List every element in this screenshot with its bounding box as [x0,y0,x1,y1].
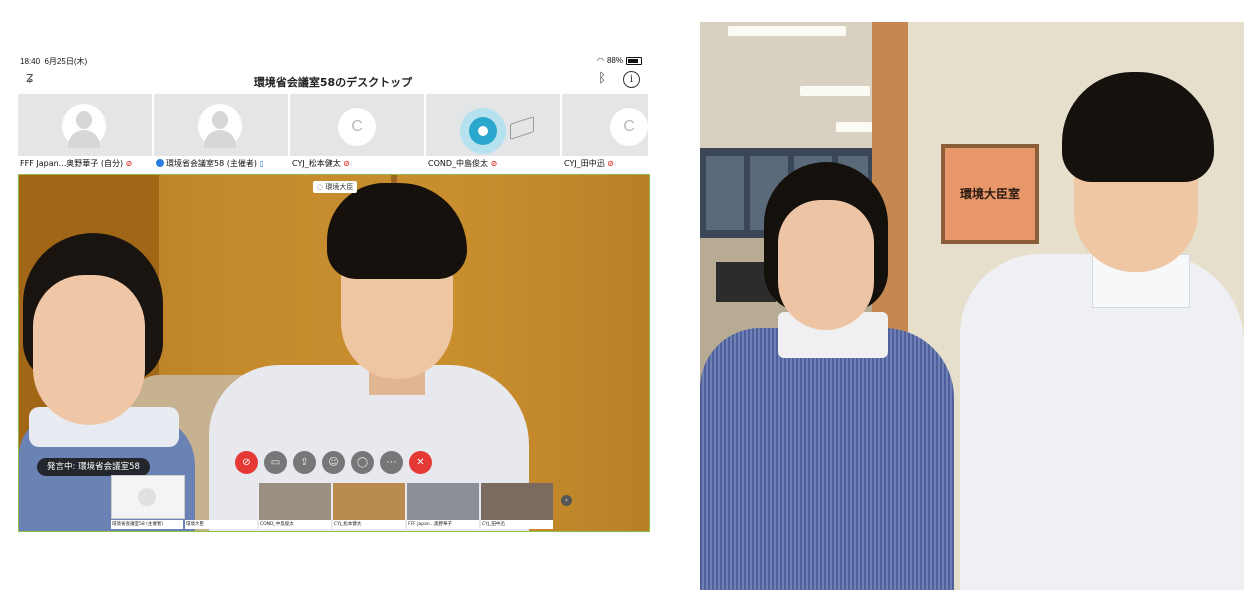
speaker-badge: 発言中: 環境省会議室58 [37,458,150,476]
participant-tile[interactable]: COND_中島俊太 ⊘ [426,94,562,172]
mic-toggle-button[interactable]: ⊘ [235,451,258,474]
avatar-placeholder-icon [198,104,242,148]
participant-tile[interactable]: FFF Japan...奥野華子 (自分) ⊘ [18,94,154,172]
participant-caption: 環境省会議室58 (主催者) ▯ [154,156,290,172]
video-conference-screen: 18:40 6月25日(木) ◠ 88% ʑ 環境省会議室58のデスクトップ ᛒ… [18,52,650,532]
video-toggle-button[interactable]: ▭ [264,451,287,474]
info-icon[interactable]: i [623,71,640,88]
ceiling-light [800,86,870,96]
participant-caption: CYJ_松本健太 ⊘ [290,156,426,172]
mic-on-icon: ▯ [259,159,264,168]
leave-button[interactable]: ✕ [409,451,432,474]
participant-name: CYJ_松本健太 [292,159,341,168]
avatar-letter: C [338,108,376,146]
participant-name: 環境省会議室58 (主催者) [166,159,257,168]
participant-tile[interactable]: 環境省会議室58 (主催者) ▯ [154,94,290,172]
window-title: 環境省会議室58のデスクトップ [253,76,413,89]
person-right-hair [327,183,467,279]
mic-muted-icon: ⊘ [343,159,350,168]
status-right: ◠ 88% [597,56,642,65]
person-left-face [33,275,145,425]
control-bar: ⊘ ▭ ⇪ ☺ ◯ ⋯ ✕ [235,451,432,474]
battery-icon [626,56,642,65]
avatar-letter: C [610,108,648,146]
mic-muted-icon: ⊘ [125,159,133,168]
video-filmstrip: 環境省会議室58 (主催者) 環境大臣 COND_中島俊太 CYJ_松本健太 F… [111,475,557,529]
film-tile-label: FFF Japan...奥野華子 [407,520,479,529]
girl-shirt [700,328,954,590]
participant-caption: COND_中島俊太 ⊘ [426,156,562,172]
bluetooth-icon[interactable]: ᛒ [598,71,606,86]
film-tile-label: 環境省会議室58 (主催者) [111,520,183,529]
main-video[interactable]: ◌ 環境大臣 発言中: 環境省会議室58 ⊘ ▭ ⇪ ☺ ◯ ⋯ ✕ 環境省会議… [18,174,650,532]
participant-strip: FFF Japan...奥野華子 (自分) ⊘ 環境省会議室58 (主催者) ▯… [18,94,648,172]
film-tile-label: 環境大臣 [185,520,257,529]
status-time: 18:40 6月25日(木) [20,56,87,67]
title-bar: ʑ 環境省会議室58のデスクトップ ᛒ i [18,68,648,92]
date-text: 6月25日(木) [44,57,88,66]
film-tile-label: CYJ_松本健太 [333,520,405,529]
film-tile-label: CYJ_田中迅 [481,520,553,529]
room-name-text: 環境大臣 [325,183,354,191]
film-tile[interactable]: 環境大臣 [185,483,257,529]
girl-face [778,200,874,330]
room-name-tag: ◌ 環境大臣 [313,181,358,193]
participant-tile[interactable]: C CYJ_田中迅 ⊘ [562,94,648,172]
film-tile[interactable]: FFF Japan...奥野華子 [407,483,479,529]
host-icon [156,159,164,167]
film-tile[interactable]: COND_中島俊太 [259,483,331,529]
participant-name: COND_中島俊太 [428,159,489,168]
status-bar: 18:40 6月25日(木) ◠ 88% [18,52,648,68]
chevron-right-icon[interactable]: › [561,495,572,506]
share-button[interactable]: ⇪ [293,451,316,474]
speaking-indicator-icon [460,108,506,154]
avatar-placeholder-icon [62,104,106,148]
participant-caption: CYJ_田中迅 ⊘ [562,156,648,172]
battery-text: 88% [606,56,623,65]
ceiling-light [836,122,872,132]
wifi-icon: ◠ [597,56,604,65]
ceiling-light [728,26,846,36]
film-tile[interactable]: CYJ_松本健太 [333,483,405,529]
chat-button[interactable]: ◯ [351,451,374,474]
room-plaque: 環境大臣室 [941,144,1039,244]
more-button[interactable]: ⋯ [380,451,403,474]
participant-name: FFF Japan...奥野華子 (自分) [20,159,124,168]
participants-button[interactable]: ☺ [322,451,345,474]
plaque-text: 環境大臣室 [945,148,1035,240]
participant-name: CYJ_田中迅 [564,159,605,168]
film-tile-label: COND_中島俊太 [259,520,331,529]
mic-muted-icon: ⊘ [490,159,498,168]
film-tile[interactable]: 環境省会議室58 (主催者) [111,483,183,529]
photo: 環境大臣室 [700,22,1244,590]
participant-tile[interactable]: C CYJ_松本健太 ⊘ [290,94,426,172]
time-text: 18:40 [20,57,41,66]
laptop-icon [510,116,534,140]
participant-caption: FFF Japan...奥野華子 (自分) ⊘ [18,156,154,172]
mic-muted-icon: ⊘ [607,159,614,168]
film-tile[interactable]: CYJ_田中迅 [481,483,553,529]
